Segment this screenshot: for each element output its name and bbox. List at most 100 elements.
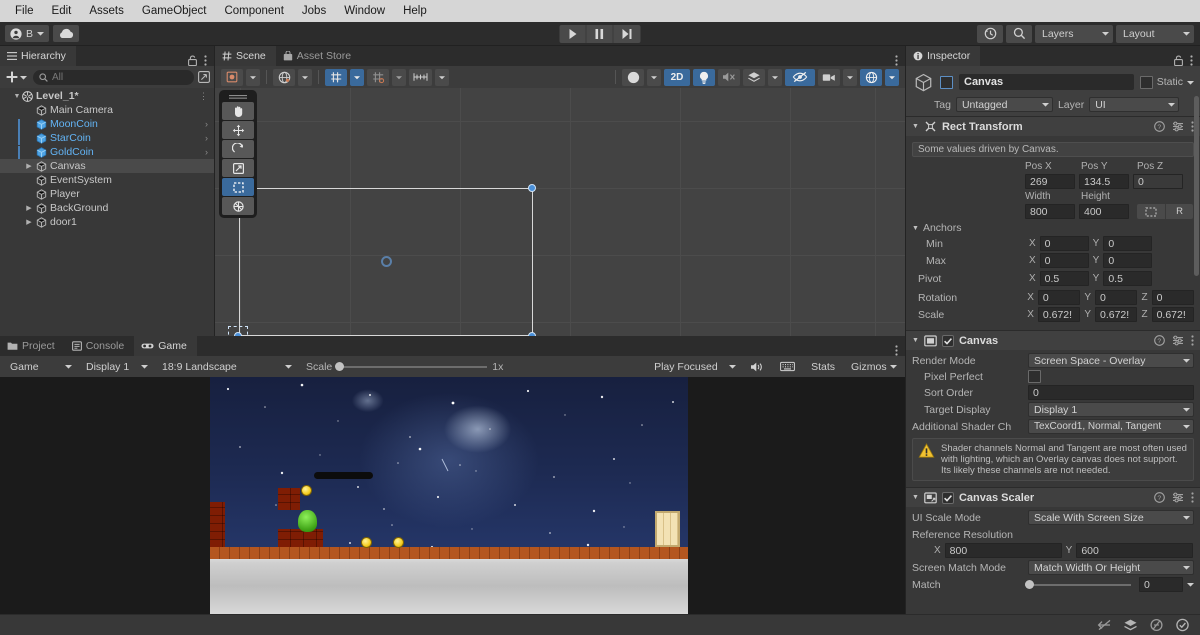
search-button[interactable]	[1006, 25, 1032, 43]
filter-window-icon[interactable]	[198, 71, 210, 83]
chevron-right-icon[interactable]: ›	[205, 147, 208, 157]
scale-slider-knob[interactable]	[335, 362, 344, 371]
preset-icon[interactable]	[1172, 121, 1184, 132]
step-button[interactable]	[614, 25, 641, 43]
grid-visibility-button[interactable]	[367, 69, 389, 86]
scale-x-field[interactable]: 0.672!	[1038, 307, 1080, 322]
scale-slider[interactable]: Scale 1x	[306, 361, 503, 373]
gizmos-dropdown[interactable]	[885, 69, 899, 86]
snap-increment-dropdown[interactable]	[435, 69, 449, 86]
pivot-y-field[interactable]: 0.5	[1103, 271, 1152, 286]
match-value-field[interactable]: 0	[1139, 577, 1183, 592]
scene-camera-dropdown[interactable]	[843, 69, 857, 86]
inspector-content[interactable]: Canvas Static Tag Untagged	[906, 66, 1200, 614]
palette-grip[interactable]	[222, 93, 254, 101]
scene-audio-button[interactable]	[718, 69, 740, 86]
twirl-icon[interactable]: ▶	[24, 218, 34, 226]
gizmos-toggle-button[interactable]	[860, 69, 882, 86]
tab-hierarchy[interactable]: Hierarchy	[0, 46, 76, 66]
twirl-icon[interactable]: ▶	[24, 162, 34, 170]
rotation-z-field[interactable]: 0	[1152, 290, 1194, 305]
hierarchy-item-eventsystem[interactable]: EventSystem	[0, 173, 214, 187]
menu-help[interactable]: Help	[394, 0, 436, 22]
hierarchy-item-player[interactable]: Player	[0, 187, 214, 201]
rect-tool-button[interactable]	[222, 178, 254, 196]
hierarchy-item-goldcoin[interactable]: GoldCoin ›	[0, 145, 214, 159]
inspector-scrollbar[interactable]	[1194, 96, 1199, 276]
ref-res-y-field[interactable]: 600	[1076, 543, 1193, 558]
anchor-min-y-field[interactable]: 0	[1103, 236, 1152, 251]
draw-mode-button[interactable]	[221, 69, 243, 86]
hierarchy-tree[interactable]: ▼ Level_1* ⋮ Main Cam	[0, 88, 214, 336]
pos-x-field[interactable]: 269	[1025, 174, 1075, 189]
pos-y-field[interactable]: 134.5	[1079, 174, 1129, 189]
no-preview-icon[interactable]	[1149, 618, 1164, 632]
scene-lighting-button[interactable]	[693, 69, 715, 86]
gizmos-dropdown-game[interactable]: Gizmos	[845, 359, 901, 375]
display-dropdown[interactable]: Display 1	[80, 359, 152, 375]
pixel-perfect-checkbox[interactable]	[1028, 370, 1041, 383]
pivot-x-field[interactable]: 0.5	[1040, 271, 1089, 286]
foldout-icon[interactable]: ▼	[912, 337, 919, 344]
target-display-dropdown[interactable]: Display 1	[1028, 402, 1194, 417]
chevron-down-icon[interactable]	[1187, 80, 1194, 85]
hierarchy-item-mooncoin[interactable]: MoonCoin ›	[0, 117, 214, 131]
menu-component[interactable]: Component	[215, 0, 292, 22]
sort-order-field[interactable]: 0	[1028, 385, 1194, 400]
screen-match-mode-dropdown[interactable]: Match Width Or Height	[1028, 560, 1194, 575]
stats-keyboard-button[interactable]	[774, 359, 801, 375]
pos-z-field[interactable]: 0	[1133, 174, 1183, 189]
play-mode-dropdown[interactable]: Play Focused	[648, 359, 740, 375]
stats-button[interactable]: Stats	[805, 359, 841, 375]
raw-edit-button[interactable]: R	[1165, 204, 1193, 219]
cloud-services-button[interactable]	[53, 25, 79, 42]
scale-tool-button[interactable]	[222, 159, 254, 177]
kebab-menu-icon[interactable]	[1190, 55, 1193, 66]
hierarchy-add-button[interactable]	[4, 71, 29, 83]
pivot-handle[interactable]	[381, 256, 392, 267]
shader-channels-dropdown[interactable]: TexCoord1, Normal, Tangent	[1028, 419, 1194, 434]
static-checkbox[interactable]	[1140, 76, 1153, 89]
rotation-x-field[interactable]: 0	[1038, 290, 1080, 305]
rect-handle-top-right[interactable]	[528, 184, 536, 192]
anchor-min-x-field[interactable]: 0	[1040, 236, 1089, 251]
chevron-right-icon[interactable]: ›	[205, 119, 208, 129]
chevron-right-icon[interactable]: ›	[205, 133, 208, 143]
aspect-ratio-dropdown[interactable]: 18:9 Landscape	[156, 359, 296, 375]
hierarchy-item-door1[interactable]: ▶ door1	[0, 215, 214, 229]
transform-tool-button[interactable]	[222, 197, 254, 215]
lighting-sphere-button[interactable]	[622, 69, 644, 86]
menu-assets[interactable]: Assets	[80, 0, 133, 22]
view-mode-dropdown[interactable]: Game	[4, 359, 76, 375]
gizmo-space-dropdown[interactable]	[298, 69, 312, 86]
hierarchy-item-background[interactable]: ▶ BackGround	[0, 201, 214, 215]
render-mode-dropdown[interactable]: Screen Space - Overlay	[1028, 353, 1194, 368]
rect-transform-header[interactable]: ▼ Rect Transform ?	[906, 117, 1200, 136]
layout-dropdown[interactable]: Layout	[1116, 25, 1194, 43]
fx-button[interactable]	[743, 69, 765, 86]
kebab-menu-icon[interactable]	[1191, 335, 1194, 346]
object-active-checkbox[interactable]	[940, 76, 953, 89]
canvas-enabled-checkbox[interactable]	[942, 335, 954, 347]
match-slider[interactable]	[1025, 584, 1131, 586]
grid-snap-button[interactable]: Y	[325, 69, 347, 86]
hand-tool-button[interactable]	[222, 102, 254, 120]
layer-dropdown[interactable]: UI	[1089, 97, 1179, 112]
scale-z-field[interactable]: 0.672!	[1152, 307, 1194, 322]
tab-game[interactable]: Game	[134, 336, 197, 356]
canvas-scaler-enabled-checkbox[interactable]	[942, 492, 954, 504]
kebab-menu-icon[interactable]: ⋮	[199, 91, 208, 102]
layers-stack-icon[interactable]	[1123, 618, 1138, 632]
kebab-menu-icon[interactable]	[895, 55, 898, 66]
anchor-max-y-field[interactable]: 0	[1103, 253, 1152, 268]
hierarchy-item-level1[interactable]: ▼ Level_1* ⋮	[0, 89, 214, 103]
draw-mode-dropdown[interactable]	[246, 69, 260, 86]
move-tool-button[interactable]	[222, 121, 254, 139]
help-icon[interactable]: ?	[1154, 492, 1165, 503]
grid-visibility-dropdown[interactable]	[392, 69, 406, 86]
lock-icon[interactable]	[1174, 55, 1183, 66]
foldout-icon[interactable]: ▼	[912, 123, 919, 130]
foldout-icon[interactable]: ▼	[912, 494, 919, 501]
rotation-y-field[interactable]: 0	[1095, 290, 1137, 305]
tab-scene[interactable]: Scene	[215, 46, 276, 66]
